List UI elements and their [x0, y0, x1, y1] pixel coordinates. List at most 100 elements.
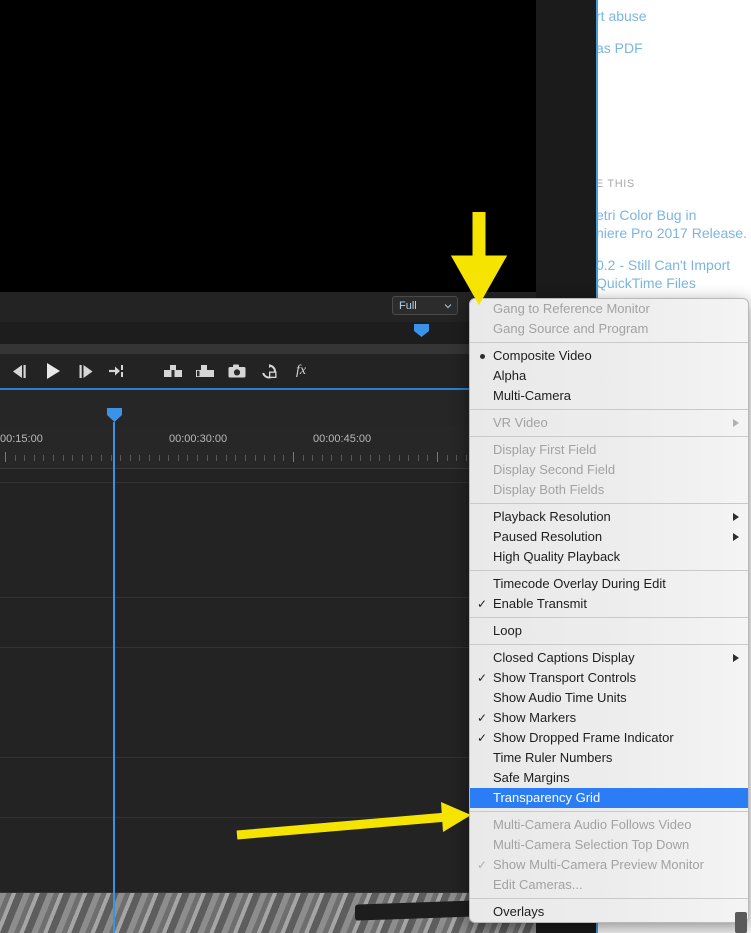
ruler-tick	[43, 455, 44, 461]
menu-separator	[470, 811, 748, 812]
menu-item-label: Paused Resolution	[493, 529, 603, 544]
go-to-out-button[interactable]	[105, 360, 129, 382]
ruler-tick	[447, 455, 448, 461]
menu-item-label: Display Second Field	[493, 462, 616, 477]
menu-item-label: Safe Margins	[493, 770, 570, 785]
extract-button[interactable]	[193, 360, 217, 382]
checkmark-icon: ✓	[477, 671, 488, 685]
program-monitor-context-menu[interactable]: Gang to Reference Monitor Gang Source and…	[469, 298, 749, 923]
ruler-tick	[187, 455, 188, 461]
ruler-tick	[63, 455, 64, 461]
menu-item-high-quality-playback[interactable]: High Quality Playback	[470, 547, 748, 567]
timeline-video-clip[interactable]	[0, 893, 536, 933]
timeline-track-v3[interactable]	[0, 468, 536, 483]
menu-item-overlays[interactable]: Overlays	[470, 902, 748, 922]
checkmark-icon: ✓	[477, 711, 488, 725]
save-as-pdf-link[interactable]: as PDF	[596, 39, 643, 57]
playback-resolution-dropdown[interactable]: Full	[392, 296, 458, 315]
menu-item-label: Display Both Fields	[493, 482, 605, 497]
ruler-tick	[456, 455, 457, 461]
menu-item-label: Gang to Reference Monitor	[493, 301, 650, 316]
menu-item-safe-margins[interactable]: Safe Margins	[470, 768, 748, 788]
program-monitor-time-row	[0, 344, 536, 354]
ruler-tick	[255, 455, 256, 461]
ruler-tick	[24, 455, 25, 461]
timeline-playhead[interactable]	[107, 408, 122, 422]
related-link-2-line-2[interactable]: QuickTime Files	[596, 274, 696, 292]
ruler-tick	[197, 455, 198, 461]
ruler-tick	[341, 455, 342, 461]
menu-item-display-first-field: Display First Field	[470, 440, 748, 460]
ruler-tick-marks	[0, 452, 536, 464]
menu-item-loop[interactable]: Loop	[470, 621, 748, 641]
menu-separator	[470, 436, 748, 437]
menu-item-paused-resolution[interactable]: Paused Resolution	[470, 527, 748, 547]
ruler-tick	[427, 455, 428, 461]
related-link-1-line-1[interactable]: etri Color Bug in	[596, 206, 696, 224]
menu-item-label: Timecode Overlay During Edit	[493, 576, 666, 591]
step-back-button[interactable]	[9, 360, 33, 382]
ruler-tick	[351, 455, 352, 461]
menu-item-show-markers[interactable]: ✓ Show Markers	[470, 708, 748, 728]
step-forward-button[interactable]	[73, 360, 97, 382]
timeline-track-v2[interactable]	[0, 483, 536, 598]
menu-separator	[470, 409, 748, 410]
menu-item-label: Playback Resolution	[493, 509, 611, 524]
ruler-tick	[245, 455, 246, 461]
program-monitor-scrub-bar[interactable]	[0, 322, 536, 344]
ruler-tick	[120, 455, 121, 461]
transport-controls: fx	[0, 354, 536, 388]
export-frame-button[interactable]	[225, 360, 249, 382]
lift-button[interactable]	[161, 360, 185, 382]
menu-item-label: Loop	[493, 623, 522, 638]
menu-item-gang-source-and-program: Gang Source and Program	[470, 319, 748, 339]
menu-item-show-transport-controls[interactable]: ✓ Show Transport Controls	[470, 668, 748, 688]
ruler-label-1: 00:15:00	[0, 433, 43, 445]
button-editor-fx-button[interactable]: fx	[289, 360, 313, 382]
submenu-arrow-icon	[733, 533, 739, 541]
timeline-time-ruler[interactable]: 00:15:00 00:00:30:00 00:00:45:00	[0, 426, 536, 469]
menu-item-composite-video[interactable]: Composite Video	[470, 346, 748, 366]
chevron-down-icon	[444, 301, 452, 309]
menu-scrollbar-thumb[interactable]	[735, 912, 747, 933]
timeline-track-a3[interactable]	[0, 818, 536, 893]
play-stop-button[interactable]	[41, 360, 65, 382]
related-link-1-line-2[interactable]: niere Pro 2017 Release.	[596, 224, 747, 242]
comparison-view-button[interactable]	[257, 360, 281, 382]
ruler-tick	[216, 455, 217, 461]
program-monitor-playhead[interactable]	[414, 324, 429, 337]
menu-item-closed-captions-display[interactable]: Closed Captions Display	[470, 648, 748, 668]
menu-item-label: Show Dropped Frame Indicator	[493, 730, 674, 745]
timeline-track-v1[interactable]	[0, 598, 536, 648]
menu-separator	[470, 570, 748, 571]
timeline-track-a2[interactable]	[0, 758, 536, 818]
timeline-header-bar	[0, 390, 536, 426]
menu-item-label: Gang Source and Program	[493, 321, 649, 336]
menu-item-time-ruler-numbers[interactable]: Time Ruler Numbers	[470, 748, 748, 768]
menu-item-show-audio-time-units[interactable]: Show Audio Time Units	[470, 688, 748, 708]
menu-item-transparency-grid[interactable]: Transparency Grid	[470, 788, 748, 808]
ruler-tick	[82, 455, 83, 461]
menu-item-label: Closed Captions Display	[493, 650, 635, 665]
menu-item-multi-camera[interactable]: Multi-Camera	[470, 386, 748, 406]
related-link-2-line-1[interactable]: 0.2 - Still Can't Import	[596, 256, 730, 274]
menu-item-enable-transmit[interactable]: ✓ Enable Transmit	[470, 594, 748, 614]
menu-item-alpha[interactable]: Alpha	[470, 366, 748, 386]
timeline-track-a1[interactable]	[0, 648, 536, 758]
ruler-tick	[293, 452, 294, 462]
program-monitor-video[interactable]	[0, 0, 536, 292]
menu-item-timecode-overlay-during-edit[interactable]: Timecode Overlay During Edit	[470, 574, 748, 594]
report-abuse-link[interactable]: rt abuse	[596, 7, 647, 25]
menu-item-display-both-fields: Display Both Fields	[470, 480, 748, 500]
menu-item-show-dropped-frame-indicator[interactable]: ✓ Show Dropped Frame Indicator	[470, 728, 748, 748]
ruler-tick	[283, 455, 284, 461]
ruler-tick	[53, 455, 54, 461]
ruler-label-3: 00:00:45:00	[313, 433, 372, 445]
ruler-tick	[149, 455, 150, 461]
menu-separator	[470, 644, 748, 645]
menu-item-label: Transparency Grid	[493, 790, 601, 805]
ruler-tick	[360, 455, 361, 461]
checkmark-icon: ✓	[477, 597, 488, 611]
menu-item-playback-resolution[interactable]: Playback Resolution	[470, 507, 748, 527]
menu-item-gang-to-reference-monitor: Gang to Reference Monitor	[470, 299, 748, 319]
